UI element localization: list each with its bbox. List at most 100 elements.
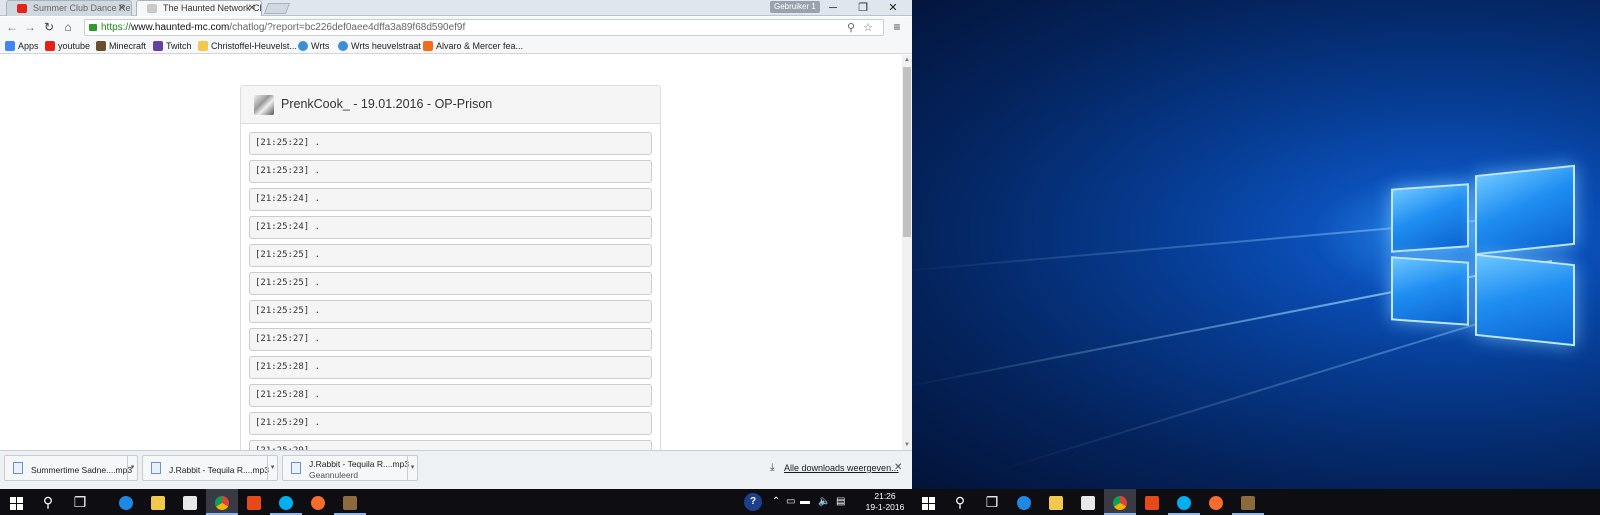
search-button[interactable]: ⚲ [32, 489, 64, 515]
tab-haunted-network[interactable]: The Haunted Network Chi ✕ [136, 0, 262, 16]
download-item[interactable]: Summertime Sadne....mp3 ▾ [4, 455, 138, 481]
chat-line: [21:25:27] . [249, 328, 652, 351]
windows-logo-pane [1475, 164, 1575, 256]
chat-line: [21:25:23] . [249, 160, 652, 183]
scroll-up-icon[interactable]: ▲ [902, 55, 912, 65]
store-icon [183, 496, 197, 511]
folder-icon [198, 41, 208, 51]
profile-badge[interactable]: Gebruiker 1 [770, 1, 820, 13]
minecraft-button[interactable] [1232, 489, 1264, 515]
chat-line: [21:25:24] . [249, 216, 652, 239]
start-button[interactable] [912, 489, 944, 515]
twitch-icon [153, 41, 163, 51]
audio-file-icon [151, 462, 161, 474]
store-button[interactable] [174, 489, 206, 515]
download-name: J.Rabbit - Tequila R....mp3 [309, 459, 409, 469]
edge-button[interactable] [1008, 489, 1040, 515]
bookmark-minecraft[interactable]: Minecraft [96, 38, 146, 54]
page-scrollbar[interactable]: ▲ ▼ [902, 55, 912, 450]
file-explorer-button[interactable] [1040, 489, 1072, 515]
skype-button[interactable] [270, 489, 302, 515]
tray-expand-icon[interactable]: ⌃ [772, 489, 780, 515]
taskbar-clock[interactable]: 21:26 19-1-2016 [862, 491, 908, 513]
scroll-down-icon[interactable]: ▼ [902, 440, 912, 450]
windows-start-icon [921, 496, 935, 510]
page-icon [147, 4, 157, 13]
desktop-wallpaper [912, 0, 1600, 489]
audio-file-icon [13, 462, 23, 474]
origin-icon [311, 496, 325, 511]
office-button[interactable] [1136, 489, 1168, 515]
search-button[interactable]: ⚲ [944, 489, 976, 515]
store-icon [1081, 496, 1095, 511]
origin-button[interactable] [302, 489, 334, 515]
search-icon[interactable]: ⚲ [847, 21, 855, 36]
battery-icon[interactable]: ▬ [800, 489, 810, 515]
keyboard-icon[interactable]: ▤ [836, 489, 845, 515]
chrome-button[interactable] [1104, 489, 1136, 515]
start-button[interactable] [0, 489, 32, 515]
chrome-button[interactable] [206, 489, 238, 515]
minecraft-button[interactable] [334, 489, 366, 515]
menu-icon[interactable]: ≡ [888, 19, 906, 36]
folder-icon [1049, 496, 1063, 511]
youtube-icon [17, 4, 27, 13]
tab-summer-club[interactable]: Summer Club Dance Re ✕ [6, 0, 132, 16]
wrts-icon [338, 41, 348, 51]
edge-button[interactable] [110, 489, 142, 515]
bookmark-wrts[interactable]: Wrts [298, 38, 329, 54]
show-all-downloads-link[interactable]: ⤓ Alle downloads weergeven... [770, 462, 899, 473]
lock-icon [89, 24, 97, 31]
chat-line: [21:25:28] . [249, 356, 652, 379]
windows-start-icon [9, 496, 23, 510]
download-item[interactable]: J.Rabbit - Tequila R....mp3 ▾ [142, 455, 278, 481]
task-view-button[interactable]: ❐ [64, 489, 96, 515]
address-bar[interactable]: https://www.haunted-mc.com/chatlog/?repo… [84, 19, 884, 36]
new-tab-button[interactable] [263, 3, 291, 14]
file-explorer-button[interactable] [142, 489, 174, 515]
origin-button[interactable] [1200, 489, 1232, 515]
volume-icon[interactable]: 🔈 [818, 489, 830, 515]
bookmark-apps[interactable]: Apps [5, 38, 39, 54]
skype-button[interactable] [1168, 489, 1200, 515]
close-downloads-button[interactable]: ✕ [894, 462, 902, 473]
network-icon[interactable]: ▭ [786, 489, 795, 515]
scrollbar-thumb[interactable] [903, 67, 911, 237]
minecraft-icon [1241, 496, 1255, 511]
minecraft-icon [343, 496, 357, 511]
download-item[interactable]: J.Rabbit - Tequila R....mp3 Geannuleerd … [282, 455, 418, 481]
download-name: J.Rabbit - Tequila R....mp3 [169, 465, 269, 475]
soundcloud-icon [423, 41, 433, 51]
restore-button[interactable]: ❐ [848, 0, 878, 16]
audio-file-icon [291, 462, 301, 474]
forward-arrow-icon[interactable]: → [21, 19, 39, 36]
light-beam [997, 300, 1553, 472]
bookmark-twitch[interactable]: Twitch [153, 38, 192, 54]
download-menu-chevron-icon[interactable]: ▾ [407, 456, 417, 480]
close-tab-icon[interactable]: ✕ [248, 1, 256, 16]
wrts-icon [298, 41, 308, 51]
office-button[interactable] [238, 489, 270, 515]
download-menu-chevron-icon[interactable]: ▾ [127, 456, 137, 480]
bookmark-alvaro-mercer[interactable]: Alvaro & Mercer fea... [423, 38, 523, 54]
clock-date: 19-1-2016 [865, 502, 905, 512]
close-tab-icon[interactable]: ✕ [118, 1, 126, 16]
tab-label: Summer Club Dance Re [33, 3, 131, 13]
close-window-button[interactable]: ✕ [878, 0, 908, 16]
office-icon [247, 496, 261, 511]
chatlog-header: PrenkCook_ - 19.01.2016 - OP-Prison [241, 86, 660, 124]
home-icon[interactable]: ⌂ [59, 19, 77, 36]
star-icon[interactable]: ☆ [863, 21, 873, 36]
folder-icon [151, 496, 165, 511]
bookmark-youtube[interactable]: youtube [45, 38, 90, 54]
help-button[interactable]: ? [742, 489, 764, 515]
skype-icon [279, 496, 293, 511]
back-arrow-icon[interactable]: ← [3, 19, 21, 36]
bookmark-wrts-heuvelstraat[interactable]: Wrts heuvelstraat [338, 38, 421, 54]
task-view-button[interactable]: ❐ [976, 489, 1008, 515]
minimize-button[interactable]: ─ [818, 0, 848, 16]
store-button[interactable] [1072, 489, 1104, 515]
reload-icon[interactable]: ↻ [40, 19, 58, 36]
bookmark-christoffel[interactable]: Christoffel-Heuvelst... [198, 38, 297, 54]
download-menu-chevron-icon[interactable]: ▾ [267, 456, 277, 480]
